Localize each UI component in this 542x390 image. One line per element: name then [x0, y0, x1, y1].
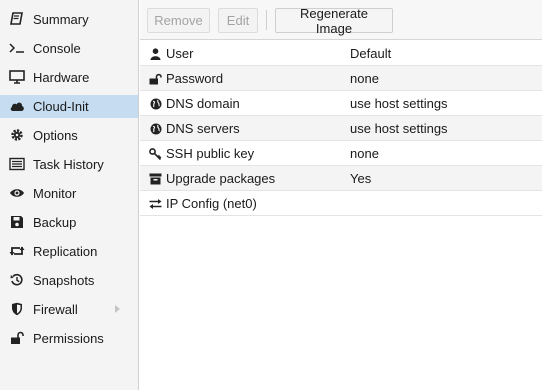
row-key: IP Config (net0)	[166, 196, 257, 211]
key-icon	[149, 147, 162, 160]
row-key: Password	[166, 71, 224, 86]
sidebar-item-label: Hardware	[33, 70, 90, 85]
sidebar-item-label: Monitor	[33, 186, 77, 201]
sidebar-item-hardware[interactable]: Hardware	[0, 66, 138, 89]
sidebar-item-replication[interactable]: Replication	[0, 240, 138, 263]
table-row[interactable]: Upgrade packages Yes	[140, 166, 542, 191]
toolbar: Remove Edit Regenerate Image	[140, 0, 542, 40]
row-key: DNS servers	[166, 121, 240, 136]
row-value: Default	[350, 46, 392, 61]
sidebar-item-label: Cloud-Init	[33, 99, 89, 114]
submenu-arrow-icon	[115, 305, 120, 313]
list-icon	[9, 156, 25, 172]
unlock-icon	[9, 330, 25, 346]
row-key: DNS domain	[166, 96, 240, 111]
book-icon	[9, 11, 25, 27]
sidebar-item-label: Options	[33, 128, 78, 143]
table-row[interactable]: Password none	[140, 66, 542, 91]
sidebar-item-label: Firewall	[33, 302, 78, 317]
edit-button[interactable]: Edit	[218, 8, 258, 33]
sidebar-item-summary[interactable]: Summary	[0, 8, 138, 31]
row-key: User	[166, 46, 194, 61]
eye-icon	[9, 185, 25, 201]
main-panel: Remove Edit Regenerate Image User Defaul…	[140, 0, 542, 390]
monitor-icon	[9, 69, 25, 85]
sidebar-item-label: Replication	[33, 244, 98, 259]
row-key: SSH public key	[166, 146, 255, 161]
table-row[interactable]: IP Config (net0)	[140, 191, 542, 216]
row-value: none	[350, 71, 379, 86]
sidebar-item-label: Snapshots	[33, 273, 95, 288]
sidebar-item-snapshots[interactable]: Snapshots	[0, 269, 138, 292]
sidebar-item-label: Permissions	[33, 331, 104, 346]
globe-icon	[149, 97, 162, 110]
row-value: none	[350, 146, 379, 161]
sidebar-nav: Summary Console Hardware Cloud-Init Opti…	[0, 0, 139, 390]
sidebar-item-task-history[interactable]: Task History	[0, 153, 138, 176]
remove-button[interactable]: Remove	[147, 8, 210, 33]
sidebar-item-monitor[interactable]: Monitor	[0, 182, 138, 205]
table-row[interactable]: DNS domain use host settings	[140, 91, 542, 116]
globe-icon	[149, 122, 162, 135]
sidebar-item-options[interactable]: Options	[0, 124, 138, 147]
cloud-icon	[9, 98, 25, 114]
toolbar-separator	[266, 10, 267, 30]
sidebar-item-cloud-init[interactable]: Cloud-Init	[0, 95, 138, 118]
unlock-icon	[149, 72, 162, 85]
regenerate-image-button[interactable]: Regenerate Image	[275, 6, 393, 36]
table-row[interactable]: SSH public key none	[140, 141, 542, 166]
history-icon	[9, 272, 25, 288]
retweet-icon	[9, 243, 25, 259]
exchange-icon	[149, 197, 162, 210]
sidebar-item-backup[interactable]: Backup	[0, 211, 138, 234]
sidebar-item-label: Console	[33, 41, 81, 56]
floppy-icon	[9, 214, 25, 230]
terminal-icon	[9, 40, 25, 56]
sidebar-item-label: Backup	[33, 215, 77, 230]
row-value: Yes	[350, 171, 372, 186]
sidebar-item-label: Task History	[33, 157, 104, 172]
row-value: use host settings	[350, 121, 448, 136]
table-row[interactable]: User Default	[140, 41, 542, 66]
user-icon	[149, 47, 162, 60]
sidebar-item-permissions[interactable]: Permissions	[0, 327, 138, 350]
sidebar-item-label: Summary	[33, 12, 89, 27]
shield-icon	[9, 301, 25, 317]
gear-icon	[9, 127, 25, 143]
sidebar-item-firewall[interactable]: Firewall	[0, 298, 138, 321]
row-key: Upgrade packages	[166, 171, 276, 186]
sidebar-item-console[interactable]: Console	[0, 37, 138, 60]
row-value: use host settings	[350, 96, 448, 111]
table-row[interactable]: DNS servers use host settings	[140, 116, 542, 141]
archive-icon	[149, 172, 162, 185]
